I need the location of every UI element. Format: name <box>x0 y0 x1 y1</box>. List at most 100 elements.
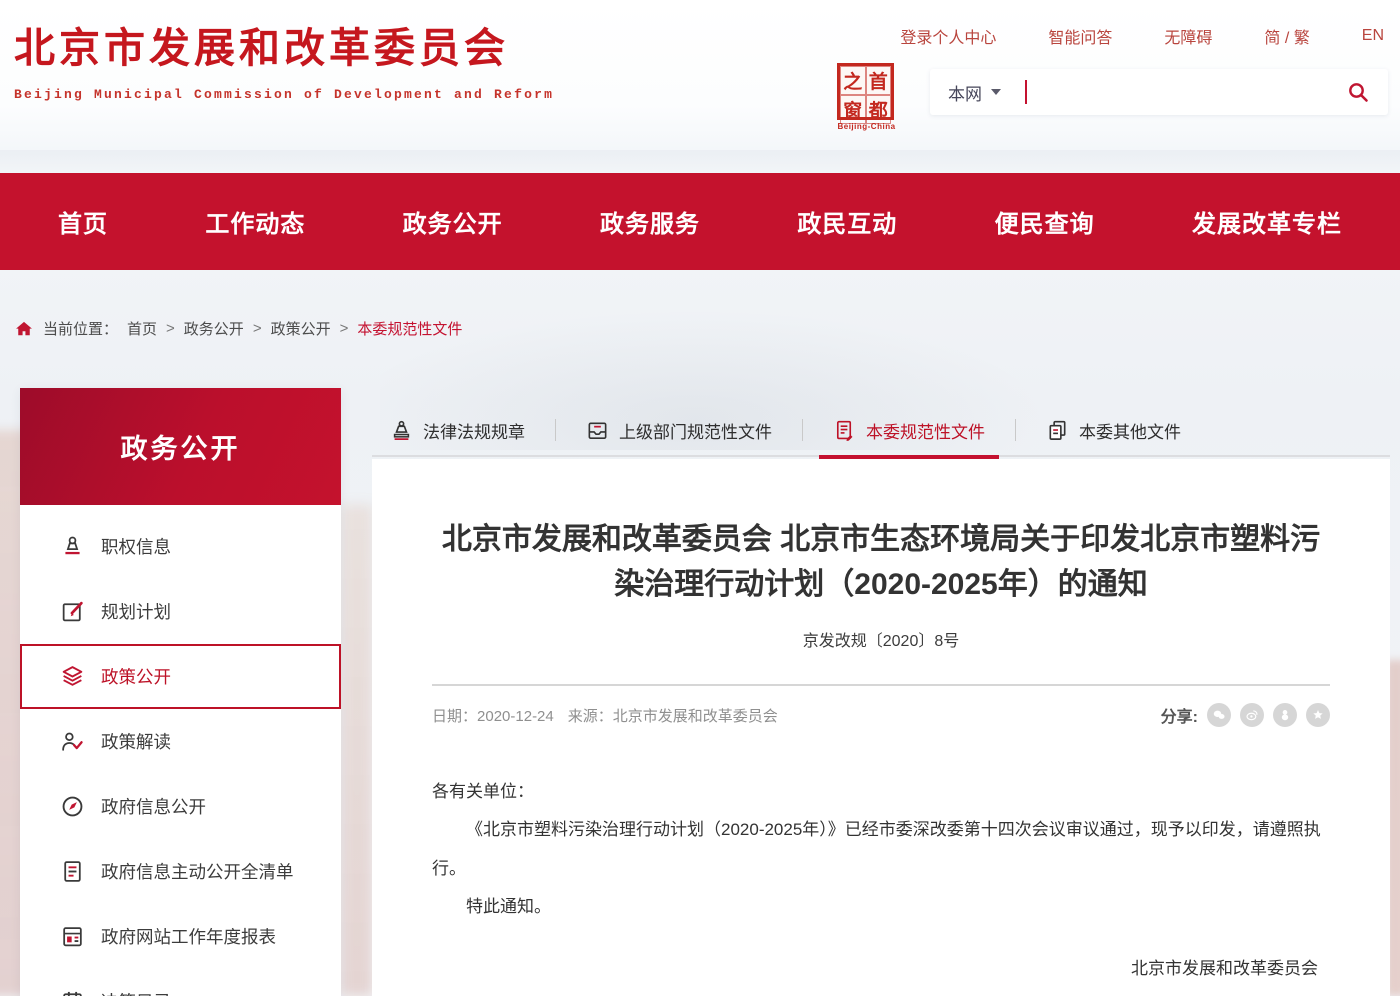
breadcrumb-item-gov-affairs[interactable]: 政务公开 <box>184 318 244 339</box>
breadcrumb-item-home[interactable]: 首页 <box>127 318 157 339</box>
sidebar-item-decision-catalog[interactable]: 决策目录 <box>20 969 341 996</box>
annual-report-icon <box>60 924 85 949</box>
tab-commission-normative-documents[interactable]: 本委规范性文件 <box>833 418 985 443</box>
site-title: 北京市发展和改革委员会 <box>14 14 554 74</box>
breadcrumb-item-policy[interactable]: 政策公开 <box>271 318 331 339</box>
paragraph: 特此通知。 <box>432 888 1330 926</box>
top-link-english[interactable]: EN <box>1362 27 1384 45</box>
nav-item-convenient-query[interactable]: 便民查询 <box>995 204 1095 239</box>
sidebar: 政务公开 职权信息 规划计划 政策公开 <box>20 388 341 996</box>
breadcrumb-label: 当前位置： <box>43 318 118 339</box>
top-link-simplified-traditional[interactable]: 简 / 繁 <box>1264 24 1309 48</box>
sidebar-items: 职权信息 规划计划 政策公开 政策解读 <box>20 505 341 996</box>
sidebar-item-gov-info-disclosure[interactable]: 政府信息公开 <box>20 774 341 839</box>
article-source: 北京市发展和改革委员会 <box>613 708 778 725</box>
share-label: 分享: <box>1161 703 1198 727</box>
nav-item-work-dynamics[interactable]: 工作动态 <box>205 204 305 239</box>
document-number: 京发改规〔2020〕8号 <box>432 627 1330 651</box>
salutation: 各有关单位： <box>432 773 1330 811</box>
site-header: 北京市发展和改革委员会 Beijing Municipal Commission… <box>0 0 1400 150</box>
article-panel: 北京市发展和改革委员会 北京市生态环境局关于印发北京市塑料污染治理行动计划（20… <box>372 459 1390 996</box>
qzone-share-icon[interactable] <box>1306 703 1330 727</box>
site-logo[interactable]: 北京市发展和改革委员会 Beijing Municipal Commission… <box>14 14 554 102</box>
plan-icon <box>60 599 85 624</box>
nav-item-gov-services[interactable]: 政务服务 <box>600 204 700 239</box>
nav-item-reform-column[interactable]: 发展改革专栏 <box>1192 204 1342 239</box>
search-bar: 本网 <box>930 69 1388 115</box>
article-date: 2020-12-24 <box>477 708 554 725</box>
background-artwork <box>341 505 373 996</box>
main-content: 法律法规规章 上级部门规范性文件 本委规范性文件 <box>372 405 1390 996</box>
compass-icon <box>60 794 85 819</box>
tab-laws-regulations[interactable]: 法律法规规章 <box>390 418 525 443</box>
list-document-icon <box>60 859 85 884</box>
sidebar-item-label: 政策公开 <box>101 664 171 689</box>
sidebar-item-proactive-disclosure-list[interactable]: 政府信息主动公开全清单 <box>20 839 341 904</box>
sidebar-item-authority-info[interactable]: 职权信息 <box>20 514 341 579</box>
sidebar-title: 政务公开 <box>20 388 341 505</box>
seal-char: 窗 <box>840 95 866 124</box>
commission-doc-icon <box>833 419 856 442</box>
tab-label: 本委其他文件 <box>1079 418 1181 443</box>
weibo-share-icon[interactable] <box>1240 703 1264 727</box>
background-artwork <box>0 146 1400 174</box>
seal-icon <box>390 419 413 442</box>
sidebar-item-policy-disclosure[interactable]: 政策公开 <box>20 644 341 709</box>
tab-commission-other-documents[interactable]: 本委其他文件 <box>1046 418 1181 443</box>
signature: 北京市发展和改革委员会 <box>432 950 1330 988</box>
stamp-icon <box>60 534 85 559</box>
article-body: 各有关单位： 《北京市塑料污染治理行动计划（2020-2025年）》已经市委深改… <box>432 773 1330 988</box>
layers-icon <box>60 664 85 689</box>
sidebar-item-label: 政府信息公开 <box>101 794 206 819</box>
sidebar-item-label: 政策解读 <box>101 729 171 754</box>
nav-item-gov-affairs[interactable]: 政务公开 <box>403 204 503 239</box>
seal-caption: Beijing-China <box>837 122 896 131</box>
beijing-china-seal-logo[interactable]: 之 首 窗 都 Beijing-China <box>837 63 896 131</box>
share-bar: 分享: <box>1161 703 1330 727</box>
wechat-share-icon[interactable] <box>1207 703 1231 727</box>
tab-label: 法律法规规章 <box>423 418 525 443</box>
breadcrumb-separator: > <box>340 320 349 337</box>
site-subtitle: Beijing Municipal Commission of Developm… <box>14 87 554 102</box>
main-navigation: 首页 工作动态 政务公开 政务服务 政民互动 便民查询 发展改革专栏 <box>0 173 1400 270</box>
sidebar-item-label: 规划计划 <box>101 599 171 624</box>
sidebar-item-policy-interpretation[interactable]: 政策解读 <box>20 709 341 774</box>
home-icon[interactable] <box>14 319 34 339</box>
nav-item-interaction[interactable]: 政民互动 <box>797 204 897 239</box>
top-link-qa[interactable]: 智能问答 <box>1048 24 1112 48</box>
source-label: 来源： <box>568 708 613 725</box>
seal-grid: 之 首 窗 都 <box>837 63 894 120</box>
catalog-icon <box>60 989 85 996</box>
tab-divider <box>1015 419 1016 441</box>
search-scope-label: 本网 <box>948 80 982 105</box>
article-title: 北京市发展和改革委员会 北京市生态环境局关于印发北京市塑料污染治理行动计划（20… <box>432 517 1330 607</box>
seal-char: 之 <box>840 66 866 95</box>
top-link-login[interactable]: 登录个人中心 <box>900 24 996 48</box>
search-icon[interactable] <box>1346 80 1370 104</box>
sidebar-item-planning[interactable]: 规划计划 <box>20 579 341 644</box>
tab-label: 本委规范性文件 <box>866 418 985 443</box>
page: 北京市发展和改革委员会 Beijing Municipal Commission… <box>0 0 1400 996</box>
seal-char: 都 <box>866 95 892 124</box>
chevron-down-icon <box>991 89 1001 95</box>
date-label: 日期： <box>432 708 477 725</box>
tab-label: 上级部门规范性文件 <box>619 418 772 443</box>
sidebar-item-label: 职权信息 <box>101 534 171 559</box>
qq-share-icon[interactable] <box>1273 703 1297 727</box>
breadcrumb: 当前位置： 首页 > 政务公开 > 政策公开 > 本委规范性文件 <box>14 318 462 339</box>
other-doc-icon <box>1046 419 1069 442</box>
top-link-accessibility[interactable]: 无障碍 <box>1164 24 1212 48</box>
upper-doc-icon <box>586 419 609 442</box>
search-input[interactable] <box>1027 77 1346 107</box>
nav-item-home[interactable]: 首页 <box>58 204 108 239</box>
sidebar-item-label: 政府网站工作年度报表 <box>101 924 276 949</box>
seal-char: 首 <box>866 66 892 95</box>
paragraph: 《北京市塑料污染治理行动计划（2020-2025年）》已经市委深改委第十四次会议… <box>432 811 1330 888</box>
search-scope-dropdown[interactable]: 本网 <box>948 80 1001 105</box>
document-tabs: 法律法规规章 上级部门规范性文件 本委规范性文件 <box>372 405 1390 457</box>
tab-divider <box>802 419 803 441</box>
sidebar-item-website-annual-report[interactable]: 政府网站工作年度报表 <box>20 904 341 969</box>
tab-upper-department-documents[interactable]: 上级部门规范性文件 <box>586 418 772 443</box>
breadcrumb-separator: > <box>253 320 262 337</box>
sidebar-item-label: 政府信息主动公开全清单 <box>101 859 294 884</box>
